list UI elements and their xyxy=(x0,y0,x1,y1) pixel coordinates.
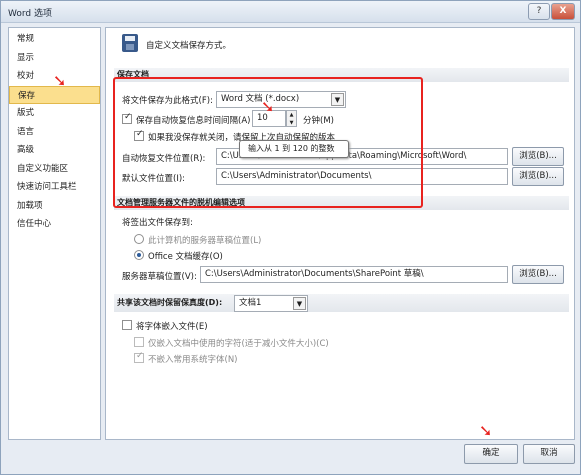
window-title: Word 选项 xyxy=(8,9,52,19)
radio-office-cache[interactable] xyxy=(134,250,144,260)
radio-office-cache-label: Office 文档缓存(O) xyxy=(148,252,223,262)
fidelity-doc-select[interactable]: 文档1 ▼ xyxy=(234,295,308,312)
section-fidelity: 共享该文档时保留保真度(D): xyxy=(114,294,569,312)
page-description: 自定义文档保存方式。 xyxy=(146,41,232,51)
embed-used-chars-label: 仅嵌入文档中使用的字符(适于减小文件大小)(C) xyxy=(148,339,329,349)
cancel-button[interactable]: 取消 xyxy=(523,444,575,464)
annotation-arrow-minutes: ➘ xyxy=(261,97,275,116)
radio-server-drafts-label: 此计算机的服务器草稿位置(L) xyxy=(148,236,262,246)
embed-used-chars-checkbox[interactable] xyxy=(134,337,144,347)
fidelity-doc-value: 文档1 xyxy=(239,298,262,308)
sidebar-item-quick-access[interactable]: 快速访问工具栏 xyxy=(9,178,100,197)
fidelity-label: 共享该文档时保留保真度(D): xyxy=(117,298,223,307)
no-common-fonts-label: 不嵌入常用系统字体(N) xyxy=(148,355,238,365)
browse-autorecover-button[interactable]: 浏览(B)... xyxy=(512,147,564,166)
sidebar-item-display[interactable]: 显示 xyxy=(9,49,100,68)
sidebar-item-language[interactable]: 语言 xyxy=(9,123,100,142)
help-button[interactable]: ? xyxy=(528,3,550,20)
title-bar: Word 选项 ? X xyxy=(1,1,580,23)
annotation-arrow-save: ➘ xyxy=(53,71,67,90)
sidebar-item-addins[interactable]: 加载项 xyxy=(9,197,100,216)
save-disk-icon xyxy=(122,34,138,52)
chevron-down-icon: ▼ xyxy=(293,297,306,310)
close-button[interactable]: X xyxy=(551,3,575,20)
ok-button[interactable]: 确定 xyxy=(464,444,518,464)
sidebar-item-typography[interactable]: 版式 xyxy=(9,104,100,123)
annotation-arrow-ok: ➘ xyxy=(479,421,493,440)
radio-server-drafts[interactable] xyxy=(134,234,144,244)
sidebar-item-general[interactable]: 常规 xyxy=(9,30,100,49)
sidebar-item-customize-ribbon[interactable]: 自定义功能区 xyxy=(9,160,100,179)
word-options-dialog: Word 选项 ? X 常规 显示 校对 保存 版式 语言 高级 自定义功能区 … xyxy=(0,0,581,475)
browse-default-button[interactable]: 浏览(B)... xyxy=(512,167,564,186)
drafts-location-label: 服务器草稿位置(V): xyxy=(122,272,197,282)
save-checked-out-label: 将签出文件保存到: xyxy=(122,218,193,228)
drafts-location-input[interactable]: C:\Users\Administrator\Documents\SharePo… xyxy=(200,266,508,283)
browse-drafts-button[interactable]: 浏览(B)... xyxy=(512,265,564,284)
embed-fonts-label: 将字体嵌入文件(E) xyxy=(136,322,208,332)
no-common-fonts-checkbox[interactable] xyxy=(134,351,144,363)
embed-fonts-checkbox[interactable] xyxy=(122,320,132,330)
sidebar-item-trust-center[interactable]: 信任中心 xyxy=(9,215,100,234)
sidebar-item-advanced[interactable]: 高级 xyxy=(9,141,100,160)
